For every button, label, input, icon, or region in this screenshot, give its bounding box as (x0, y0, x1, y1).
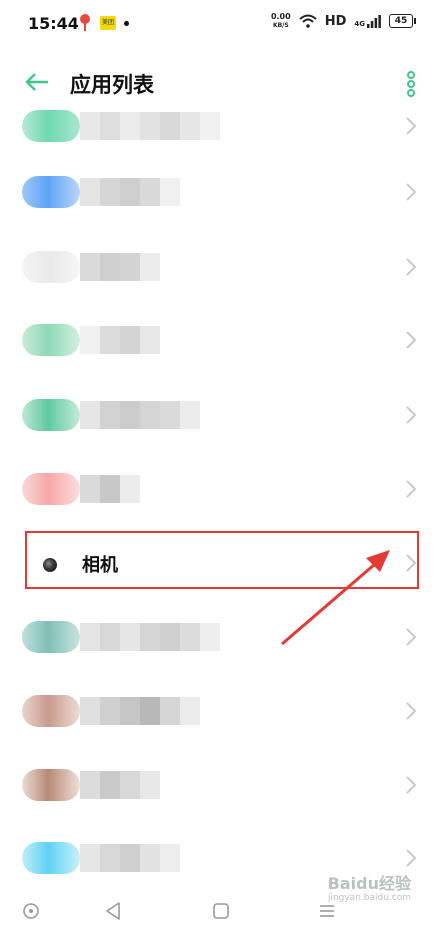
app-list-item[interactable] (0, 156, 441, 230)
blurred-app-icon (22, 324, 80, 356)
blurred-app-name (80, 697, 200, 725)
blurred-app-name (80, 178, 180, 206)
status-indicators: 0.00 KB/S HD 4G 45 (271, 12, 416, 30)
system-nav-bar (0, 892, 441, 932)
blurred-app-icon (22, 621, 80, 653)
app-list-item[interactable] (0, 749, 441, 823)
app-list-item[interactable] (0, 675, 441, 749)
chevron-right-icon (406, 849, 417, 867)
signal-label: 4G (354, 19, 365, 28)
square-icon (213, 903, 229, 919)
blurred-app-icon (22, 769, 80, 801)
battery-icon: 45 (389, 14, 416, 28)
blurred-app-icon (22, 251, 80, 283)
status-bar: 15:44 美团 0.00 KB/S HD 4G 45 (0, 0, 441, 52)
blurred-app-icon (22, 473, 80, 505)
blurred-app-name (80, 253, 160, 281)
notification-icons: 美团 (78, 14, 129, 32)
blurred-app-icon (22, 842, 80, 874)
blurred-app-name (80, 475, 140, 503)
annotation-arrow-icon (281, 550, 390, 646)
app-list-item[interactable] (0, 231, 441, 305)
blurred-app-icon (22, 110, 80, 142)
blurred-app-icon (22, 176, 80, 208)
chevron-right-icon (406, 480, 417, 498)
chevron-right-icon (406, 183, 417, 201)
network-speed-unit: KB/S (272, 22, 289, 29)
chevron-right-icon (406, 258, 417, 276)
meituan-badge-icon: 美团 (100, 16, 116, 30)
hd-label: HD (324, 13, 347, 29)
chevron-right-icon (406, 331, 417, 349)
chevron-right-icon (406, 776, 417, 794)
chevron-right-icon (406, 117, 417, 135)
app-list-item[interactable] (0, 379, 441, 453)
app-list-item[interactable] (0, 90, 441, 164)
menu-lines-icon (320, 905, 334, 917)
blurred-app-name (80, 326, 160, 354)
network-speed: 0.00 KB/S (271, 12, 291, 30)
nav-assistant-button[interactable] (22, 902, 40, 920)
app-list-item[interactable] (0, 453, 441, 527)
circle-icon (23, 903, 39, 919)
location-pin-icon (78, 14, 92, 32)
blurred-app-icon (22, 695, 80, 727)
blurred-app-name (80, 112, 220, 140)
blurred-app-name (80, 844, 180, 872)
nav-back-button[interactable] (104, 901, 122, 921)
signal-bars-icon (367, 14, 381, 28)
blurred-app-icon (22, 399, 80, 431)
app-list-item[interactable] (0, 304, 441, 378)
nav-menu-button[interactable] (318, 902, 336, 920)
watermark-logo: Baidu经验 (327, 874, 411, 893)
triangle-back-icon (106, 902, 120, 920)
cell-signal: 4G (354, 14, 381, 28)
network-speed-value: 0.00 (270, 12, 291, 21)
blurred-app-name (80, 771, 160, 799)
chevron-right-icon (406, 628, 417, 646)
blurred-app-name (80, 623, 220, 651)
blurred-app-name (80, 401, 200, 429)
notification-dot-icon (124, 20, 129, 26)
chevron-right-icon (406, 406, 417, 424)
wifi-icon (299, 14, 317, 28)
status-time: 15:44 (28, 14, 79, 33)
nav-home-button[interactable] (212, 902, 230, 920)
chevron-right-icon (406, 702, 417, 720)
arrow-left-icon (25, 73, 48, 91)
